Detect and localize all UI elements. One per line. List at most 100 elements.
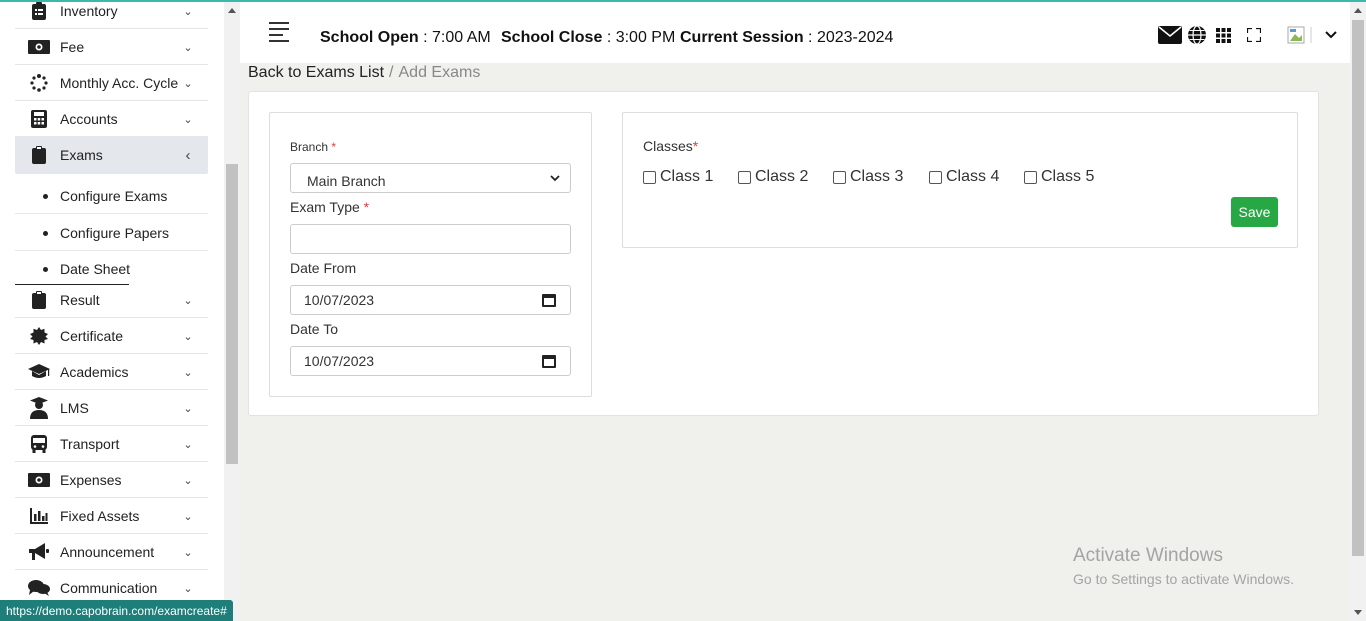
branch-select[interactable]: Main Branch <box>290 163 571 193</box>
sidebar-item-fixed-assets[interactable]: Fixed Assets ⌄ <box>15 499 208 534</box>
checkbox[interactable] <box>833 170 846 184</box>
back-to-exams-list-link[interactable]: Back to Exams List <box>248 64 384 81</box>
sidebar-subitem-date-sheet[interactable]: Date Sheet <box>15 252 208 286</box>
class-3-checkbox[interactable]: Class 3 <box>833 168 903 186</box>
chevron-down-icon: ⌄ <box>183 474 193 487</box>
class-1-checkbox[interactable]: Class 1 <box>643 168 713 186</box>
sidebar-scrollbar[interactable] <box>224 2 240 621</box>
classes-panel: Classes* Class 1 Class 2 Class 3 Class 4… <box>622 112 1298 248</box>
sidebar-item-exams[interactable]: Exams ‹ <box>15 136 208 174</box>
calendar-icon[interactable] <box>542 293 556 307</box>
hamburger-menu-icon[interactable] <box>269 22 291 42</box>
school-close-info: School Close : 3:00 PM <box>501 29 675 47</box>
chevron-down-icon: ⌄ <box>183 546 193 559</box>
scroll-up-arrow-icon[interactable] <box>228 8 236 13</box>
chevron-down-icon: ⌄ <box>183 438 193 451</box>
sidebar-item-label: Fee <box>60 39 85 55</box>
scroll-down-arrow-icon[interactable] <box>1354 610 1362 615</box>
date-to-value: 10/07/2023 <box>304 353 375 369</box>
chevron-down-icon: ⌄ <box>183 510 193 523</box>
globe-icon[interactable] <box>1186 24 1208 46</box>
exam-type-input[interactable] <box>290 224 571 254</box>
fullscreen-icon[interactable] <box>1246 24 1262 46</box>
save-button[interactable]: Save <box>1231 197 1278 227</box>
chevron-down-icon: ⌄ <box>183 294 193 307</box>
sidebar-subitem-label: Date Sheet <box>60 261 131 277</box>
top-header: School Open : 7:00 AM School Close : 3:0… <box>240 2 1350 63</box>
sidebar-item-label: Announcement <box>60 544 155 560</box>
sidebar-item-label: Result <box>60 292 100 308</box>
current-session-info: Current Session : 2023-2024 <box>680 29 893 47</box>
sidebar-item-fee[interactable]: Fee ⌄ <box>15 30 208 65</box>
sidebar-item-expenses[interactable]: Expenses ⌄ <box>15 463 208 498</box>
chevron-down-icon <box>546 171 564 185</box>
clipboard-icon <box>27 290 51 310</box>
sidebar-scroll-thumb[interactable] <box>226 164 238 464</box>
apps-grid-icon[interactable] <box>1214 24 1232 46</box>
sidebar-item-label: Communication <box>60 580 158 596</box>
calculator-icon <box>27 109 51 129</box>
clipboard-list-icon <box>27 2 51 21</box>
page-scroll-thumb[interactable] <box>1352 20 1364 556</box>
class-4-checkbox[interactable]: Class 4 <box>929 168 999 186</box>
bullet-icon <box>43 193 48 199</box>
breadcrumb-separator: / <box>389 64 394 81</box>
sidebar-item-academics[interactable]: Academics ⌄ <box>15 355 208 390</box>
sidebar-subitem-configure-papers[interactable]: Configure Papers <box>15 216 208 250</box>
add-exam-card: Branch * Main Branch Exam Type * Date Fr… <box>248 91 1319 416</box>
calendar-icon[interactable] <box>542 354 556 368</box>
exam-details-panel: Branch * Main Branch Exam Type * Date Fr… <box>269 112 592 397</box>
breadcrumb-current: Add Exams <box>398 64 481 81</box>
chevron-down-icon: ⌄ <box>183 582 193 595</box>
checkbox[interactable] <box>738 170 751 184</box>
class-label: Class 2 <box>755 168 809 185</box>
sidebar-item-label: Exams <box>60 147 103 163</box>
spinner-icon <box>27 73 51 93</box>
clipboard-icon <box>27 145 51 165</box>
chevron-down-icon[interactable] <box>1324 24 1338 46</box>
date-to-label: Date To <box>290 321 338 337</box>
date-from-label: Date From <box>290 260 357 276</box>
sidebar-item-label: Transport <box>60 436 120 452</box>
scroll-up-arrow-icon[interactable] <box>1354 8 1362 13</box>
school-open-info: School Open : 7:00 AM <box>320 29 491 47</box>
class-2-checkbox[interactable]: Class 2 <box>738 168 808 186</box>
chevron-down-icon: ⌄ <box>183 330 193 343</box>
date-from-value: 10/07/2023 <box>304 292 375 308</box>
sidebar-item-transport[interactable]: Transport ⌄ <box>15 427 208 462</box>
sidebar-subitem-configure-exams[interactable]: Configure Exams <box>15 179 208 213</box>
sidebar-item-monthly-acc-cycle[interactable]: Monthly Acc. Cycle ⌄ <box>15 66 208 101</box>
school-close-value: : 3:00 PM <box>606 29 676 46</box>
date-to-input[interactable]: 10/07/2023 <box>290 346 571 376</box>
sidebar-item-certificate[interactable]: Certificate ⌄ <box>15 319 208 354</box>
class-label: Class 4 <box>946 168 1000 185</box>
checkbox[interactable] <box>1024 170 1037 184</box>
sidebar-item-label: Monthly Acc. Cycle <box>59 75 179 91</box>
sidebar: Inventory ⌄ Fee ⌄ Monthly Acc. Cycle ⌄ A… <box>0 2 224 621</box>
certificate-icon <box>27 326 51 346</box>
class-5-checkbox[interactable]: Class 5 <box>1024 168 1094 186</box>
chevron-down-icon: ⌄ <box>183 5 193 18</box>
checkbox[interactable] <box>929 170 942 184</box>
sidebar-subitem-label: Configure Exams <box>60 188 168 204</box>
sidebar-item-inventory[interactable]: Inventory ⌄ <box>15 2 208 29</box>
activate-windows-title: Activate Windows <box>1073 545 1223 566</box>
user-graduate-icon <box>27 397 51 419</box>
sidebar-item-result[interactable]: Result ⌄ <box>15 283 208 318</box>
current-session-label: Current Session <box>680 29 804 46</box>
sidebar-item-lms[interactable]: LMS ⌄ <box>15 391 208 426</box>
branch-selected-value: Main Branch <box>307 173 386 189</box>
avatar[interactable] <box>1286 24 1314 46</box>
checkbox[interactable] <box>643 170 656 184</box>
breadcrumb: Back to Exams List / Add Exams <box>248 64 480 82</box>
sidebar-item-announcement[interactable]: Announcement ⌄ <box>15 535 208 570</box>
envelope-icon[interactable] <box>1158 24 1182 46</box>
page-scrollbar[interactable] <box>1350 2 1366 621</box>
bus-icon <box>27 434 51 454</box>
date-from-input[interactable]: 10/07/2023 <box>290 285 571 315</box>
money-bill-icon <box>27 37 51 57</box>
school-open-value: : 7:00 AM <box>423 29 491 46</box>
bullet-icon <box>43 230 48 236</box>
sidebar-item-accounts[interactable]: Accounts ⌄ <box>15 102 208 137</box>
main-content: School Open : 7:00 AM School Close : 3:0… <box>240 2 1350 621</box>
